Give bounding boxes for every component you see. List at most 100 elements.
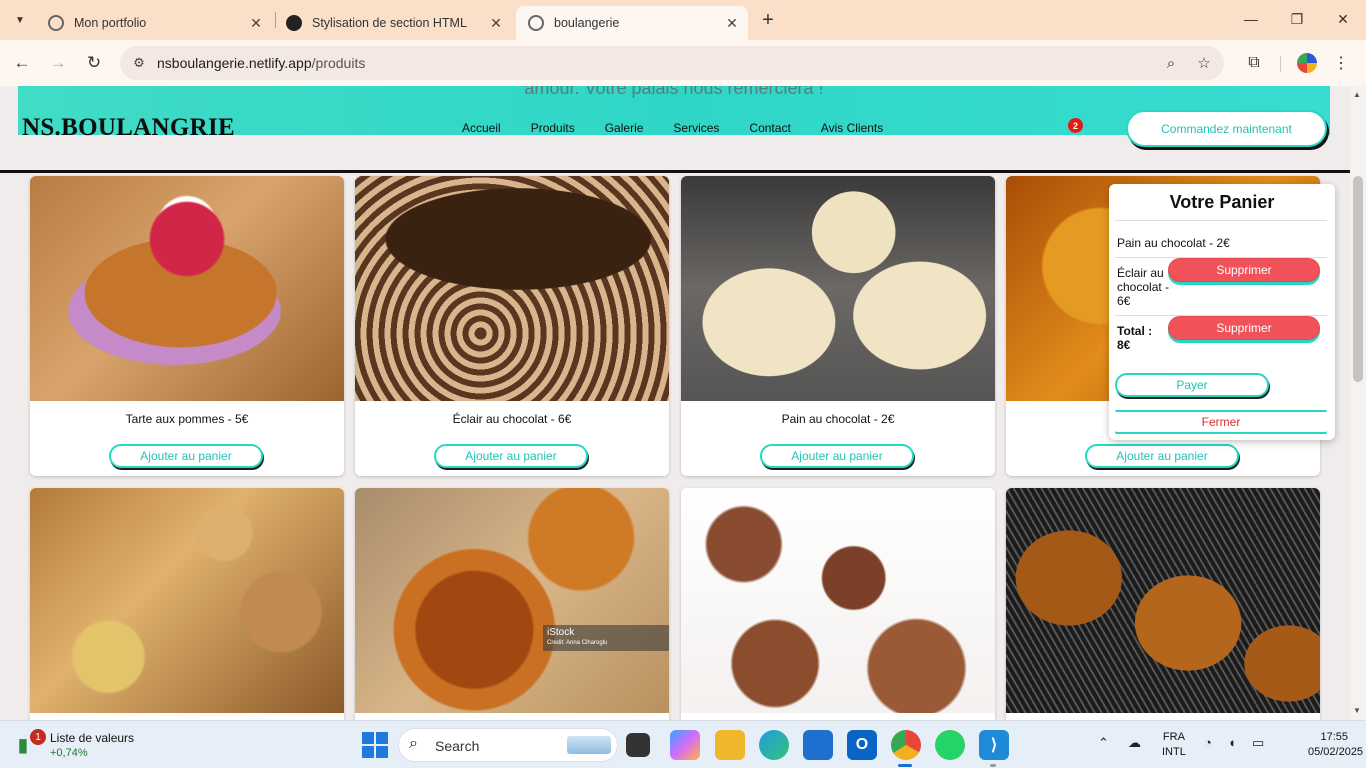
lang-code: FRA — [1162, 731, 1185, 743]
product-image-croquettes — [1006, 488, 1320, 713]
new-tab-button[interactable]: + — [756, 8, 780, 32]
reload-button[interactable]: ↻ — [80, 49, 108, 77]
notification-badge: 1 — [30, 729, 46, 745]
delete-item-button[interactable]: Supprimer — [1168, 258, 1320, 282]
product-card: Tarte aux pommes - 5€ Ajouter au panier — [30, 176, 344, 476]
cart-panel: Votre Panier Pain au chocolat - 2€ Éclai… — [1109, 184, 1335, 440]
system-clock[interactable]: 17:55 05/02/2025 — [1308, 730, 1363, 760]
extensions-icon[interactable]: ⧉ — [1243, 52, 1265, 74]
add-to-cart-button[interactable]: Ajouter au panier — [760, 444, 914, 468]
add-to-cart-button[interactable]: Ajouter au panier — [109, 444, 263, 468]
restore-button[interactable]: ❐ — [1282, 6, 1312, 32]
task-view-icon[interactable] — [626, 733, 650, 757]
running-app-indicator — [990, 764, 996, 767]
product-image-danish — [355, 488, 669, 713]
product-image-pastries — [30, 488, 344, 713]
start-button[interactable] — [360, 730, 390, 760]
add-to-cart-button[interactable]: Ajouter au panier — [434, 444, 588, 468]
site-nav: Accueil Produits Galerie Services Contac… — [447, 121, 898, 135]
clock-time: 17:55 — [1320, 731, 1348, 743]
url-host: nsboulangerie.netlify.app — [157, 55, 312, 71]
delete-item-button[interactable]: Supprimer — [1168, 316, 1320, 340]
product-image-cupcakes — [681, 488, 995, 713]
product-name: Pain au chocolat - 2€ — [781, 412, 895, 426]
url-text[interactable]: nsboulangerie.netlify.app/produits — [157, 55, 365, 71]
vertical-scrollbar[interactable]: ▲ ▼ — [1350, 86, 1366, 720]
product-name: Éclair au chocolat - 6€ — [452, 412, 572, 426]
cart-count-badge: 2 — [1068, 118, 1083, 133]
search-label: Search — [435, 738, 480, 754]
show-hidden-icons-chevron-icon[interactable]: ⌃ — [1098, 735, 1109, 751]
close-icon[interactable]: ✕ — [722, 13, 742, 33]
product-card — [30, 488, 344, 720]
product-name: Tarte aux pommes - 5€ — [125, 412, 249, 426]
whatsapp-icon[interactable] — [935, 730, 965, 760]
input-language[interactable]: FRA INTL — [1162, 730, 1186, 760]
nav-avis-clients[interactable]: Avis Clients — [821, 121, 883, 135]
windows-taskbar: ▮ 1 Liste de valeurs +0,74% ⌕ Search O ⟩… — [0, 720, 1366, 768]
tab-title: Stylisation de section HTML — [312, 16, 467, 30]
product-card — [681, 488, 995, 720]
tab-stylisation[interactable]: Stylisation de section HTML ✕ — [274, 6, 512, 40]
copilot-icon[interactable] — [670, 730, 700, 760]
window-close-button[interactable]: ✕ — [1328, 6, 1358, 32]
back-button[interactable]: ← — [8, 49, 36, 77]
scroll-up-icon[interactable]: ▲ — [1353, 90, 1361, 99]
wifi-icon[interactable]: ◔ — [1204, 735, 1212, 750]
site-logo[interactable]: NS.BOULANGRIE — [22, 114, 235, 142]
nav-galerie[interactable]: Galerie — [605, 121, 644, 135]
taskbar-search[interactable]: ⌕ Search — [398, 728, 618, 762]
scroll-thumb[interactable] — [1353, 176, 1363, 382]
stock-watermark: iStock Credit: Anna Ciharoglu — [543, 625, 669, 651]
scroll-down-icon[interactable]: ▼ — [1353, 706, 1361, 715]
close-icon[interactable]: ✕ — [486, 13, 506, 33]
volume-icon[interactable]: ◖ — [1228, 735, 1236, 750]
stocks-widget[interactable]: ▮ 1 Liste de valeurs +0,74% — [16, 729, 156, 763]
nav-services[interactable]: Services — [673, 121, 719, 135]
active-app-indicator — [898, 764, 912, 767]
tab-title: boulangerie — [554, 16, 620, 30]
minimize-button[interactable]: — — [1236, 6, 1266, 32]
close-cart-button[interactable]: Fermer — [1115, 410, 1327, 432]
site-info-icon[interactable]: ⚙ — [130, 54, 148, 72]
tab-search-chevron-icon[interactable]: ▼ — [8, 8, 32, 32]
add-to-cart-button[interactable]: Ajouter au panier — [1085, 444, 1239, 468]
widget-value: +0,74% — [50, 747, 88, 759]
profile-avatar[interactable] — [1297, 53, 1317, 73]
product-card: Éclair au chocolat - 6€ Ajouter au panie… — [355, 176, 669, 476]
nav-produits[interactable]: Produits — [531, 121, 575, 135]
vscode-icon[interactable]: ⟩ — [979, 730, 1009, 760]
url-path: /produits — [311, 55, 366, 71]
order-now-button[interactable]: Commandez maintenant — [1126, 110, 1327, 147]
product-image-cake — [355, 176, 669, 401]
product-card: iStock Credit: Anna Ciharoglu — [355, 488, 669, 720]
file-explorer-icon[interactable] — [715, 730, 745, 760]
cart-title: Votre Panier — [1169, 192, 1275, 212]
store-icon[interactable] — [803, 730, 833, 760]
product-image-tarte — [30, 176, 344, 401]
chrome-icon[interactable] — [891, 730, 921, 760]
hero-text: amour. Votre palais nous remerciera ! — [524, 86, 824, 98]
tab-mon-portfolio[interactable]: Mon portfolio ✕ — [36, 6, 272, 40]
header-divider — [0, 170, 1350, 173]
zoom-icon[interactable]: ⌕ — [1160, 52, 1182, 74]
stock-credit: Credit: Anna Ciharoglu — [547, 640, 608, 646]
nav-contact[interactable]: Contact — [749, 121, 790, 135]
onedrive-cloud-icon[interactable]: ☁ — [1128, 735, 1141, 751]
outlook-icon[interactable]: O — [847, 730, 877, 760]
edge-icon[interactable] — [759, 730, 789, 760]
address-bar[interactable]: ⚙ nsboulangerie.netlify.app/produits ⌕ ☆ — [120, 46, 1224, 80]
tab-boulangerie[interactable]: boulangerie ✕ — [516, 6, 748, 40]
battery-icon[interactable]: ▭ — [1252, 735, 1264, 751]
pay-button[interactable]: Payer — [1115, 373, 1269, 397]
browser-tab-bar: ▼ Mon portfolio ✕ Stylisation de section… — [0, 0, 1366, 40]
menu-kebab-icon[interactable]: ⋮ — [1330, 52, 1352, 74]
close-icon[interactable]: ✕ — [246, 13, 266, 33]
product-image-pain-au-chocolat — [681, 176, 995, 401]
search-icon: ⌕ — [409, 735, 418, 752]
nav-accueil[interactable]: Accueil — [462, 121, 501, 135]
forward-button[interactable]: → — [44, 49, 72, 77]
keyboard-layout: INTL — [1162, 746, 1186, 758]
bookmark-star-icon[interactable]: ☆ — [1193, 52, 1215, 74]
browser-toolbar: ← → ↻ ⚙ nsboulangerie.netlify.app/produi… — [0, 40, 1366, 86]
